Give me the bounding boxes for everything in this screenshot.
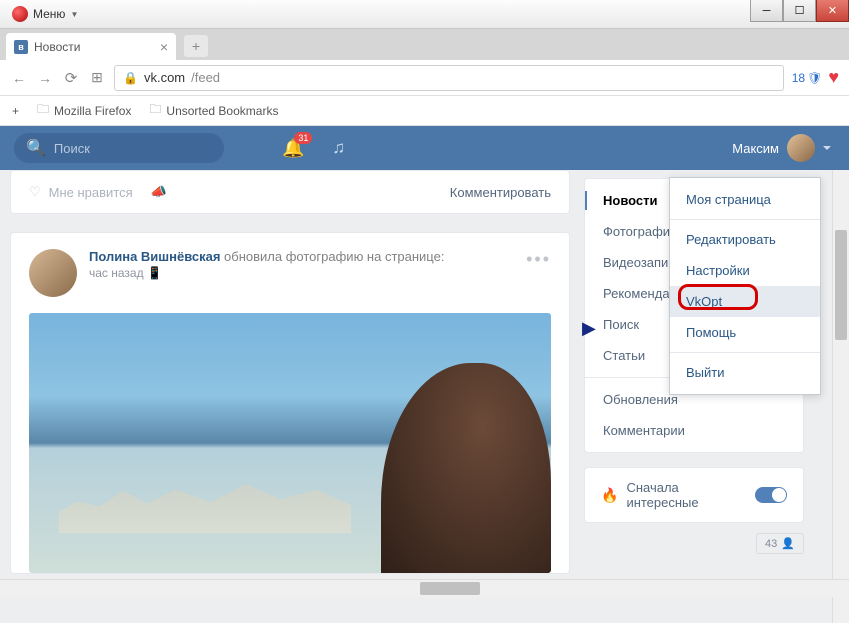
- post-action-text: обновила фотографию на странице:: [224, 249, 444, 264]
- dd-edit[interactable]: Редактировать: [670, 224, 820, 255]
- lock-icon: 🔒: [123, 71, 138, 85]
- post-avatar[interactable]: [29, 249, 77, 297]
- horizontal-scrollbar[interactable]: [0, 579, 849, 597]
- dd-settings[interactable]: Настройки: [670, 255, 820, 286]
- opera-logo-icon: [12, 6, 28, 22]
- bookmark-folder[interactable]: 🗀 Unsorted Bookmarks: [149, 100, 278, 121]
- mobile-icon: 📱: [147, 266, 162, 280]
- search-input[interactable]: [54, 141, 230, 156]
- person-icon: 👤: [781, 537, 795, 550]
- notifications-button[interactable]: 🔔 31: [282, 138, 304, 159]
- like-label: Мне нравится: [49, 185, 133, 200]
- annotation-arrow-icon: ▶: [582, 318, 596, 339]
- sort-card: 🔥 Сначала интересные: [584, 467, 804, 523]
- minimize-button[interactable]: ─: [750, 0, 783, 22]
- forward-button[interactable]: →: [36, 70, 54, 86]
- vk-favicon: в: [14, 40, 28, 54]
- sidebar-item-comments[interactable]: Комментарии: [585, 415, 803, 446]
- like-button[interactable]: ♡ Мне нравится: [29, 184, 133, 200]
- url-path: /feed: [191, 70, 220, 85]
- share-icon[interactable]: 📣: [151, 184, 167, 200]
- scrollbar-thumb[interactable]: [420, 582, 480, 595]
- post-image[interactable]: [29, 313, 551, 573]
- bookmark-folder[interactable]: 🗀 Mozilla Firefox: [37, 100, 131, 121]
- username: Максим: [732, 141, 779, 156]
- close-button[interactable]: ✕: [816, 0, 849, 22]
- bookmark-label: Unsorted Bookmarks: [166, 104, 278, 118]
- shield-icon: 🛡: [807, 71, 822, 85]
- heart-outline-icon: ♡: [29, 184, 41, 200]
- window-titlebar: Меню ▼ ─ ☐ ✕: [0, 0, 849, 29]
- comment-button[interactable]: Комментировать: [450, 185, 551, 200]
- search-box[interactable]: 🔍: [14, 133, 224, 163]
- post-title: Полина Вишнёвская обновила фотографию на…: [89, 249, 514, 264]
- tab-strip: в Новости × +: [0, 29, 849, 60]
- flame-icon: 🔥: [601, 487, 618, 504]
- url-domain: vk.com: [144, 70, 185, 85]
- content-area: ♡ Мне нравится 📣 Комментировать Полина В…: [0, 170, 849, 623]
- window-controls: ─ ☐ ✕: [750, 0, 849, 22]
- address-right: 18 🛡 ♥: [792, 67, 839, 88]
- sort-toggle[interactable]: [755, 487, 787, 503]
- speed-dial-button[interactable]: ⊞: [88, 69, 106, 86]
- heart-icon[interactable]: ♥: [828, 67, 839, 88]
- user-menu-button[interactable]: Максим: [732, 134, 831, 162]
- opera-menu-button[interactable]: Меню ▼: [6, 4, 84, 24]
- feed-column: ♡ Мне нравится 📣 Комментировать Полина В…: [10, 170, 570, 574]
- tab-close-icon[interactable]: ×: [160, 39, 168, 55]
- chevron-down-icon: [823, 146, 831, 150]
- shield-count: 18: [792, 71, 805, 85]
- search-icon: 🔍: [26, 138, 46, 158]
- vk-header: 🔍 🔔 31 ♫ Максим: [0, 126, 849, 170]
- vertical-scrollbar[interactable]: [832, 170, 849, 623]
- add-bookmark-button[interactable]: +: [12, 104, 19, 118]
- url-input[interactable]: 🔒 vk.com/feed: [114, 65, 784, 91]
- notif-badge: 31: [294, 132, 312, 144]
- post-header: Полина Вишнёвская обновила фотографию на…: [29, 249, 551, 297]
- music-button[interactable]: ♫: [332, 138, 345, 158]
- back-button[interactable]: ←: [10, 70, 28, 86]
- maximize-button[interactable]: ☐: [783, 0, 816, 22]
- folder-icon: 🗀: [37, 100, 49, 121]
- friends-count-chip[interactable]: 43 👤: [756, 533, 804, 554]
- post-menu-button[interactable]: •••: [526, 249, 551, 297]
- feed-post: Полина Вишнёвская обновила фотографию на…: [10, 232, 570, 574]
- bookmark-label: Mozilla Firefox: [54, 104, 131, 118]
- post-time: час назад 📱: [89, 266, 514, 280]
- browser-tab[interactable]: в Новости ×: [6, 33, 176, 60]
- dd-logout[interactable]: Выйти: [670, 357, 820, 388]
- bookmarks-bar: + 🗀 Mozilla Firefox 🗀 Unsorted Bookmarks: [0, 96, 849, 126]
- reload-button[interactable]: ⟳: [62, 69, 80, 87]
- scrollbar-thumb[interactable]: [835, 230, 847, 340]
- dd-help[interactable]: Помощь: [670, 317, 820, 348]
- tab-title: Новости: [34, 40, 80, 54]
- divider: [670, 219, 820, 220]
- dd-my-page[interactable]: Моя страница: [670, 184, 820, 215]
- sort-label: Сначала интересные: [626, 480, 747, 510]
- user-dropdown: Моя страница Редактировать Настройки VkO…: [669, 177, 821, 395]
- adblock-badge[interactable]: 18 🛡: [792, 71, 823, 85]
- post-author-link[interactable]: Полина Вишнёвская: [89, 249, 220, 264]
- chevron-down-icon: ▼: [70, 10, 78, 19]
- new-tab-button[interactable]: +: [184, 35, 208, 57]
- avatar: [787, 134, 815, 162]
- divider: [670, 352, 820, 353]
- address-bar: ← → ⟳ ⊞ 🔒 vk.com/feed 18 🛡 ♥: [0, 60, 849, 96]
- dd-vkopt[interactable]: VkOpt: [670, 286, 820, 317]
- folder-icon: 🗀: [149, 100, 161, 121]
- count-value: 43: [765, 538, 777, 550]
- menu-label: Меню: [33, 7, 65, 21]
- post-actions-bar: ♡ Мне нравится 📣 Комментировать: [10, 170, 570, 214]
